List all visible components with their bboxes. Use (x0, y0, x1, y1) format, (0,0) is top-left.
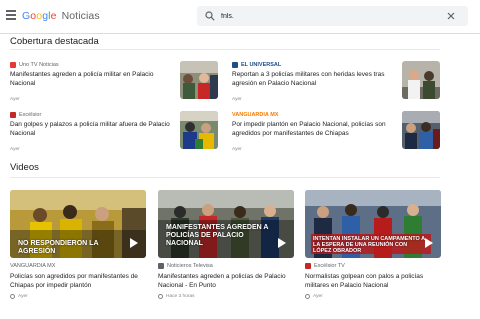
story-thumbnail[interactable] (180, 61, 218, 99)
source-logo-icon (10, 112, 16, 118)
story-card[interactable]: VANGUARDIA MX Por impedir plantón en Pal… (232, 111, 440, 155)
video-headline[interactable]: Normalistas golpean con palos a policías… (305, 273, 441, 290)
story-headline[interactable]: Manifestantes agreden a policía militar … (10, 71, 172, 88)
play-icon[interactable] (425, 238, 433, 248)
video-time-row: Ayer (10, 294, 28, 299)
source-name: Noticieros Televisa (167, 263, 213, 269)
logo-noticias-label: Noticias (61, 10, 100, 22)
source-name: Excélsior TV (314, 263, 345, 269)
section-divider (10, 49, 440, 50)
section-title-videos: Videos (10, 162, 39, 173)
source-name: EL UNIVERSAL (241, 62, 282, 68)
source-name: VANGUARDIA MX (10, 263, 56, 269)
story-thumbnail[interactable] (180, 111, 218, 149)
section-divider (10, 177, 440, 178)
play-icon[interactable] (278, 238, 286, 248)
close-icon[interactable] (446, 11, 456, 21)
story-card[interactable]: Excélsior Dan golpes y palazos a policía… (10, 111, 218, 155)
story-source: Uno TV Noticias (10, 61, 59, 69)
video-caption: NO RESPONDIERON LA AGRESIÓN (18, 240, 99, 255)
story-source: VANGUARDIA MX (232, 111, 278, 119)
clock-icon (158, 294, 163, 299)
video-thumbnail[interactable]: INTENTAN INSTALAR UN CAMPAMENTO A LA ESP… (305, 190, 441, 258)
story-headline[interactable]: Reportan a 3 policías militares con heri… (232, 71, 394, 88)
video-source: VANGUARDIA MX (10, 263, 55, 269)
logo-letter: e (50, 10, 57, 22)
source-logo-icon (10, 62, 16, 68)
video-time: Hace 3 horas (166, 294, 195, 299)
video-source: Excélsior TV (305, 263, 345, 269)
video-time: Ayer (18, 294, 28, 299)
source-name: Uno TV Noticias (19, 62, 59, 68)
video-caption: INTENTAN INSTALAR UN CAMPAMENTO A LA ESP… (313, 236, 425, 254)
clock-icon (305, 294, 310, 299)
story-time: Ayer (10, 147, 20, 152)
clock-icon (10, 294, 15, 299)
video-time: Ayer (313, 294, 323, 299)
story-thumbnail[interactable] (402, 61, 440, 99)
video-thumbnail[interactable]: NO RESPONDIERON LA AGRESIÓN (10, 190, 146, 258)
google-news-logo[interactable]: Google Noticias (22, 10, 100, 22)
source-name: VANGUARDIA MX (232, 112, 279, 118)
story-source: EL UNIVERSAL (232, 61, 281, 69)
story-time: Ayer (232, 147, 242, 152)
section-title-featured: Cobertura destacada (10, 36, 99, 47)
video-time-row: Ayer (305, 294, 323, 299)
story-card[interactable]: Uno TV Noticias Manifestantes agreden a … (10, 61, 218, 105)
source-logo-icon (232, 62, 238, 68)
story-source: Excélsior (10, 111, 41, 119)
source-name: Excélsior (19, 112, 42, 118)
video-caption: MANIFESTANTES AGREDEN A POLICÍAS DE PALA… (166, 224, 269, 247)
video-headline[interactable]: Manifestantes agreden a policías de Pala… (158, 273, 294, 290)
video-thumbnail[interactable]: MANIFESTANTES AGREDEN A POLICÍAS DE PALA… (158, 190, 294, 258)
source-logo-icon (158, 263, 164, 269)
story-thumbnail[interactable] (402, 111, 440, 149)
story-card[interactable]: EL UNIVERSAL Reportan a 3 policías milit… (232, 61, 440, 105)
video-source: Noticieros Televisa (158, 263, 213, 269)
search-input[interactable] (221, 9, 421, 23)
story-time: Ayer (10, 97, 20, 102)
story-time: Ayer (232, 97, 242, 102)
video-time-row: Hace 3 horas (158, 294, 195, 299)
menu-icon[interactable] (6, 10, 16, 20)
video-headline[interactable]: Policías son agredidos por manifestantes… (10, 273, 146, 290)
source-logo-icon (305, 263, 311, 269)
story-headline[interactable]: Dan golpes y palazos a policía militar a… (10, 121, 172, 138)
story-headline[interactable]: Por impedir plantón en Palacio Nacional,… (232, 121, 394, 138)
search-bar[interactable] (197, 6, 468, 26)
play-icon[interactable] (130, 238, 138, 248)
top-app-bar: Google Noticias (0, 0, 480, 34)
search-icon[interactable] (205, 11, 215, 21)
